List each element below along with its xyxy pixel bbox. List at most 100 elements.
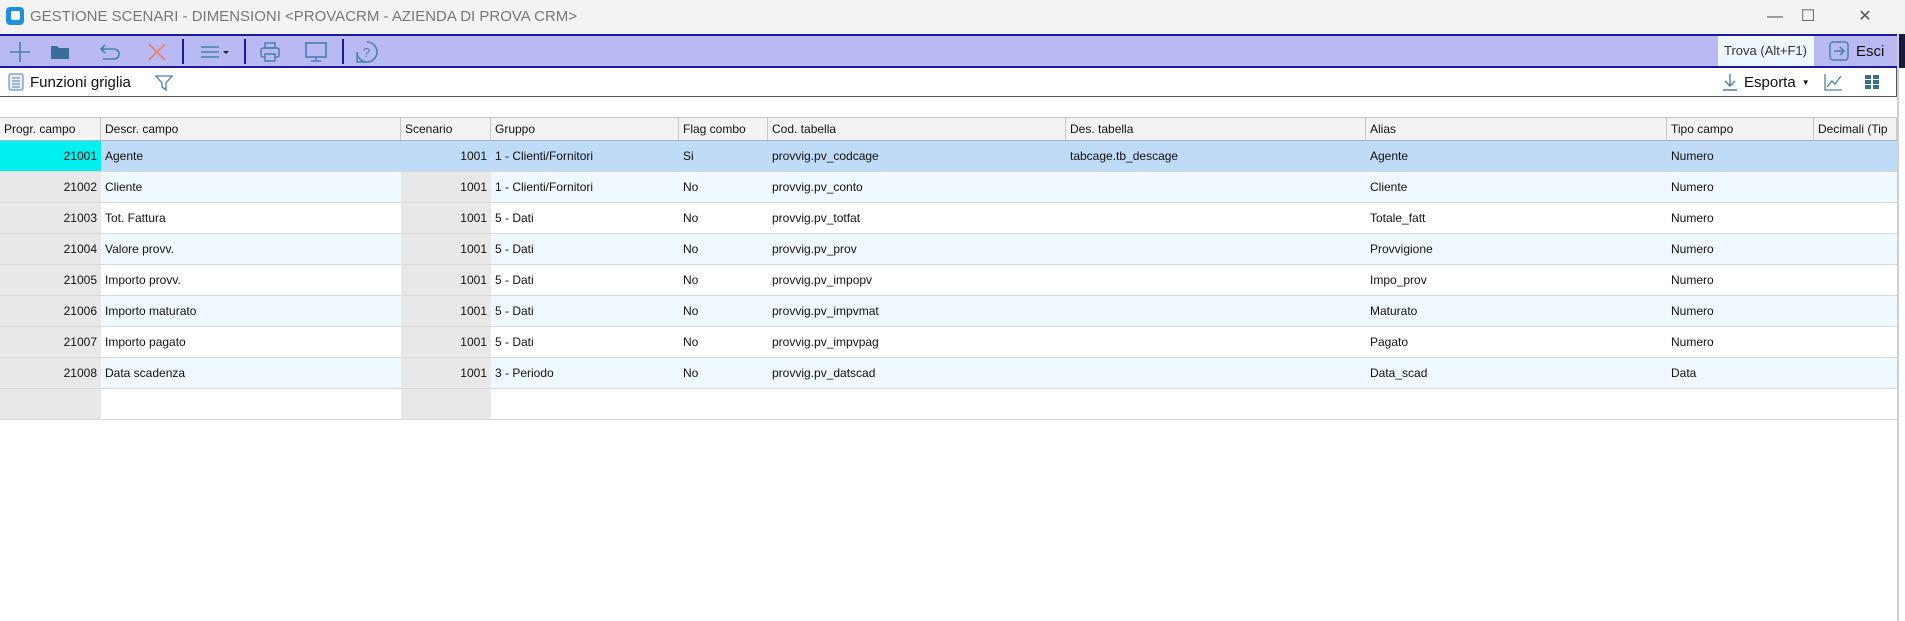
table-cell[interactable] xyxy=(1066,358,1366,388)
table-cell[interactable]: Pagato xyxy=(1366,327,1667,357)
table-cell[interactable] xyxy=(768,389,1066,419)
column-header[interactable]: Alias xyxy=(1366,118,1667,140)
table-cell[interactable]: 21008 xyxy=(0,358,101,388)
table-cell[interactable]: 21007 xyxy=(0,327,101,357)
open-button[interactable] xyxy=(43,38,77,66)
table-cell[interactable]: 1001 xyxy=(401,358,491,388)
table-cell[interactable]: 21004 xyxy=(0,234,101,264)
table-cell[interactable] xyxy=(1814,296,1897,326)
table-cell[interactable]: Agente xyxy=(1366,141,1667,171)
table-cell[interactable]: provvig.pv_codcage xyxy=(768,141,1066,171)
table-cell[interactable]: 5 - Dati xyxy=(491,203,679,233)
table-cell[interactable]: provvig.pv_impvmat xyxy=(768,296,1066,326)
table-cell[interactable]: Data scadenza xyxy=(101,358,401,388)
close-button[interactable]: ✕ xyxy=(1845,4,1885,30)
table-cell[interactable] xyxy=(1066,296,1366,326)
table-cell[interactable]: Importo maturato xyxy=(101,296,401,326)
column-header[interactable]: Des. tabella xyxy=(1066,118,1366,140)
table-cell[interactable] xyxy=(1066,327,1366,357)
table-cell[interactable]: Numero xyxy=(1667,296,1814,326)
table-cell[interactable]: 21002 xyxy=(0,172,101,202)
table-row[interactable]: 21001 Agente 1001 1 - Clienti/Fornitori Si pr… xyxy=(0,141,1897,172)
table-row[interactable]: 21002 Cliente 1001 1 - Clienti/Fornitori No p… xyxy=(0,172,1897,203)
find-input[interactable]: Trova (Alt+F1) xyxy=(1718,36,1814,66)
table-cell[interactable] xyxy=(491,389,679,419)
table-cell[interactable] xyxy=(1667,389,1814,419)
table-cell[interactable]: 21005 xyxy=(0,265,101,295)
table-cell[interactable]: Numero xyxy=(1667,234,1814,264)
table-cell[interactable]: Provvigione xyxy=(1366,234,1667,264)
table-row[interactable]: 21003 Tot. Fattura 1001 5 - Dati No provvig.p… xyxy=(0,203,1897,234)
table-cell[interactable] xyxy=(1814,203,1897,233)
table-cell[interactable]: provvig.pv_prov xyxy=(768,234,1066,264)
table-cell[interactable] xyxy=(1066,234,1366,264)
column-header[interactable]: Flag combo xyxy=(679,118,768,140)
undo-button[interactable] xyxy=(93,38,127,66)
table-cell[interactable]: 1 - Clienti/Fornitori xyxy=(491,141,679,171)
table-row[interactable]: 21005 Importo provv. 1001 5 - Dati No provvig… xyxy=(0,265,1897,296)
table-cell[interactable]: provvig.pv_datscad xyxy=(768,358,1066,388)
new-button[interactable] xyxy=(3,38,37,66)
table-row[interactable]: 21008 Data scadenza 1001 3 - Periodo No provv… xyxy=(0,358,1897,389)
table-row[interactable]: 21007 Importo pagato 1001 5 - Dati No provvig… xyxy=(0,327,1897,358)
table-cell[interactable]: 1001 xyxy=(401,296,491,326)
table-cell[interactable]: Data_scad xyxy=(1366,358,1667,388)
column-header[interactable]: Cod. tabella xyxy=(768,118,1066,140)
table-cell[interactable]: No xyxy=(679,327,768,357)
table-row[interactable]: 21006 Importo maturato 1001 5 - Dati No provv… xyxy=(0,296,1897,327)
column-header[interactable]: Descr. campo xyxy=(101,118,401,140)
menu-button[interactable] xyxy=(196,38,232,66)
table-cell[interactable]: No xyxy=(679,203,768,233)
table-cell[interactable]: 5 - Dati xyxy=(491,296,679,326)
table-cell[interactable]: provvig.pv_impopv xyxy=(768,265,1066,295)
table-cell[interactable]: Tot. Fattura xyxy=(101,203,401,233)
table-cell[interactable]: Valore provv. xyxy=(101,234,401,264)
table-cell[interactable] xyxy=(679,389,768,419)
table-cell[interactable]: Maturato xyxy=(1366,296,1667,326)
table-cell[interactable]: Si xyxy=(679,141,768,171)
grid-functions-button[interactable]: Funzioni griglia xyxy=(8,73,131,91)
table-cell[interactable]: 21003 xyxy=(0,203,101,233)
table-cell[interactable]: Numero xyxy=(1667,172,1814,202)
table-cell[interactable]: Numero xyxy=(1667,141,1814,171)
table-cell[interactable]: 1001 xyxy=(401,327,491,357)
table-cell[interactable]: Importo provv. xyxy=(101,265,401,295)
table-cell[interactable]: No xyxy=(679,234,768,264)
column-header[interactable]: Scenario xyxy=(401,118,491,140)
table-cell[interactable] xyxy=(1366,389,1667,419)
column-header[interactable]: Decimali (Tip xyxy=(1814,118,1897,140)
maximize-button[interactable]: ☐ xyxy=(1788,4,1828,30)
preview-button[interactable] xyxy=(299,38,333,66)
table-cell[interactable]: tabcage.tb_descage xyxy=(1066,141,1366,171)
export-button[interactable]: Esporta ▼ xyxy=(1722,73,1810,91)
delete-button[interactable] xyxy=(140,38,174,66)
table-cell[interactable]: 5 - Dati xyxy=(491,327,679,357)
table-cell[interactable] xyxy=(401,389,491,419)
print-button[interactable] xyxy=(253,38,287,66)
filter-icon[interactable] xyxy=(155,74,173,92)
column-header[interactable]: Tipo campo xyxy=(1667,118,1814,140)
chart-icon[interactable] xyxy=(1823,73,1843,91)
table-cell[interactable]: Importo pagato xyxy=(101,327,401,357)
table-cell[interactable]: No xyxy=(679,358,768,388)
table-cell[interactable] xyxy=(101,389,401,419)
table-cell[interactable]: Cliente xyxy=(101,172,401,202)
table-cell[interactable]: Numero xyxy=(1667,327,1814,357)
table-cell[interactable] xyxy=(0,389,101,419)
table-cell[interactable]: No xyxy=(679,265,768,295)
table-cell[interactable] xyxy=(1814,265,1897,295)
table-row[interactable]: 21004 Valore provv. 1001 5 - Dati No provvig.… xyxy=(0,234,1897,265)
column-header[interactable]: Gruppo xyxy=(491,118,679,140)
table-cell[interactable] xyxy=(1066,203,1366,233)
table-cell[interactable]: 21001 xyxy=(0,141,101,171)
table-cell[interactable]: Numero xyxy=(1667,203,1814,233)
table-cell[interactable]: 1001 xyxy=(401,141,491,171)
table-cell[interactable] xyxy=(1814,172,1897,202)
table-cell[interactable] xyxy=(1814,234,1897,264)
table-cell[interactable]: 1001 xyxy=(401,203,491,233)
table-cell[interactable]: 1001 xyxy=(401,172,491,202)
table-cell[interactable]: provvig.pv_impvpag xyxy=(768,327,1066,357)
new-row[interactable] xyxy=(0,389,1897,420)
table-cell[interactable]: 5 - Dati xyxy=(491,234,679,264)
table-cell[interactable]: No xyxy=(679,172,768,202)
